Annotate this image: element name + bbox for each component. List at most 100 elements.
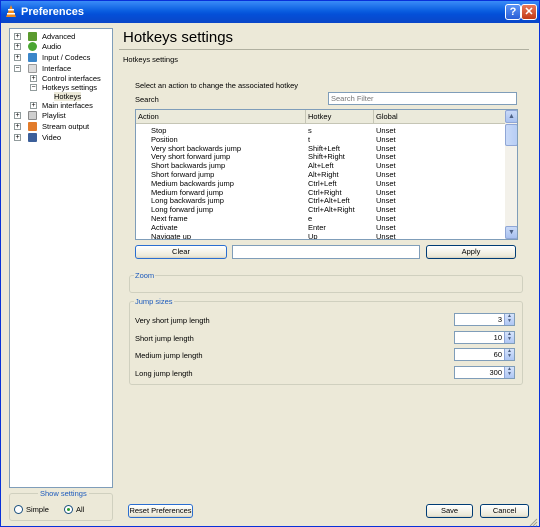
scroll-up-icon[interactable]: ▲ [505,110,517,123]
audio-icon [28,42,37,51]
cell-global: Unset [376,161,396,171]
spin-arrows-icon[interactable]: ▲ ▼ [504,349,514,360]
cell-action: Very short forward jump [151,152,231,162]
expand-icon[interactable]: + [14,43,21,50]
table-row[interactable]: Long forward jump Ctrl+Alt+Right Unset [136,205,505,214]
expand-icon[interactable]: + [14,33,21,40]
table-row[interactable]: Navigate up Up Unset [136,231,505,240]
hotkey-input[interactable] [232,245,420,259]
table-row[interactable]: Medium forward jump Ctrl+Right Unset [136,188,505,197]
simple-radio[interactable] [14,505,23,514]
medium-jump-spinbox[interactable]: 60 ▲ ▼ [454,348,515,361]
preferences-window: Preferences ? ✕ + Advanced + Audio + Inp… [0,0,540,527]
table-row[interactable]: Stop s Unset [136,126,505,135]
interface-icon [28,64,37,73]
search-input[interactable] [328,92,517,105]
cell-global: Unset [376,143,396,153]
tree-item-label: Audio [42,42,62,51]
cell-hotkey: Shift+Right [308,152,345,162]
table-row[interactable]: Very short backwards jump Shift+Left Unset [136,144,505,153]
long-jump-spinbox[interactable]: 300 ▲ ▼ [454,366,515,379]
column-header-global[interactable]: Global [374,110,505,124]
title-bar[interactable]: Preferences ? ✕ [1,1,539,23]
resize-grip-icon[interactable] [528,517,538,527]
short-jump-label: Short jump length [135,334,194,343]
scroll-thumb[interactable] [505,124,517,146]
cell-action: Next frame [151,214,188,223]
expand-icon[interactable]: + [14,123,21,130]
table-row[interactable]: Medium backwards jump Ctrl+Left Unset [136,179,505,188]
category-tree[interactable]: + Advanced + Audio + Input / Codecs − In… [9,28,113,488]
reset-preferences-button[interactable]: Reset Preferences [128,504,193,518]
table-row[interactable]: Activate Enter Unset [136,223,505,232]
spinbox-value[interactable]: 300 [489,368,502,378]
expand-icon[interactable]: + [30,102,37,109]
spin-arrows-icon[interactable]: ▲ ▼ [504,314,514,325]
cell-global: Unset [376,205,396,215]
save-button[interactable]: Save [426,504,473,518]
expand-icon[interactable]: + [14,112,21,119]
table-row[interactable]: Very short forward jump Shift+Right Unset [136,152,505,161]
medium-jump-label: Medium jump length [135,351,203,360]
cell-hotkey: Ctrl+Alt+Left [308,196,350,206]
long-jump-label: Long jump length [135,369,193,378]
cell-action: Navigate up [151,231,192,240]
clear-button[interactable]: Clear [135,245,227,259]
cell-hotkey: Alt+Left [308,161,334,171]
hotkeys-table[interactable]: Action Hotkey Global Stop s Unset Position t… [135,109,518,240]
short-jump-spinbox[interactable]: 10 ▲ ▼ [454,331,515,344]
playlist-icon [28,111,37,120]
table-row[interactable]: Long backwards jump Ctrl+Alt+Left Unset [136,196,505,205]
table-row[interactable]: Short forward jump Alt+Right Unset [136,170,505,179]
table-vertical-scrollbar[interactable]: ▲ ▼ [505,110,517,239]
table-header: Action Hotkey Global [136,110,505,124]
collapse-icon[interactable]: − [30,84,37,91]
cell-action: Medium forward jump [151,187,224,197]
cell-hotkey: t [308,134,311,144]
advanced-icon [28,32,37,41]
very-short-jump-spinbox[interactable]: 3 ▲ ▼ [454,313,515,326]
page-title: Hotkeys settings [123,29,234,46]
cell-action: Position [151,134,178,144]
cell-hotkey: Up [308,231,318,240]
all-radio-label[interactable]: All [76,505,84,514]
spin-arrows-icon[interactable]: ▲ ▼ [504,332,514,343]
tree-item-label: Playlist [42,111,66,120]
cell-action: Long forward jump [151,205,214,215]
spinbox-value[interactable]: 60 [494,350,502,360]
expand-icon[interactable]: + [14,54,21,61]
expand-icon[interactable]: + [30,75,37,82]
column-header-hotkey[interactable]: Hotkey [306,110,374,124]
tree-item-label: Stream output [42,122,90,131]
expand-icon[interactable]: + [14,134,21,141]
section-subtitle: Hotkeys settings [123,55,179,64]
title-divider [119,49,529,50]
zoom-legend: Zoom [134,271,156,280]
table-row[interactable]: Next frame e Unset [136,214,505,223]
spinbox-value[interactable]: 3 [498,315,502,325]
cell-global: Unset [376,134,396,144]
jump-sizes-legend: Jump sizes [134,297,174,306]
cell-global: Unset [376,178,396,188]
cell-global: Unset [376,152,396,162]
cancel-button[interactable]: Cancel [480,504,529,518]
show-settings-group: Show settings Simple All [9,489,113,521]
tree-item-label: Input / Codecs [42,53,91,62]
simple-radio-label[interactable]: Simple [26,505,49,514]
table-row[interactable]: Short backwards jump Alt+Left Unset [136,161,505,170]
spinbox-value[interactable]: 10 [494,333,502,343]
collapse-icon[interactable]: − [14,65,21,72]
table-row[interactable]: Position t Unset [136,135,505,144]
all-radio[interactable] [64,505,73,514]
input-codecs-icon [28,53,37,62]
spin-arrows-icon[interactable]: ▲ ▼ [504,367,514,378]
scroll-down-icon[interactable]: ▼ [505,226,517,239]
help-button[interactable]: ? [505,4,521,20]
apply-button[interactable]: Apply [426,245,516,259]
cell-hotkey: e [308,214,313,223]
column-header-action[interactable]: Action [136,110,306,124]
close-button[interactable]: ✕ [521,4,537,20]
cell-global: Unset [376,196,396,206]
instruction-text: Select an action to change the associate… [135,81,299,90]
stream-output-icon [28,122,37,131]
